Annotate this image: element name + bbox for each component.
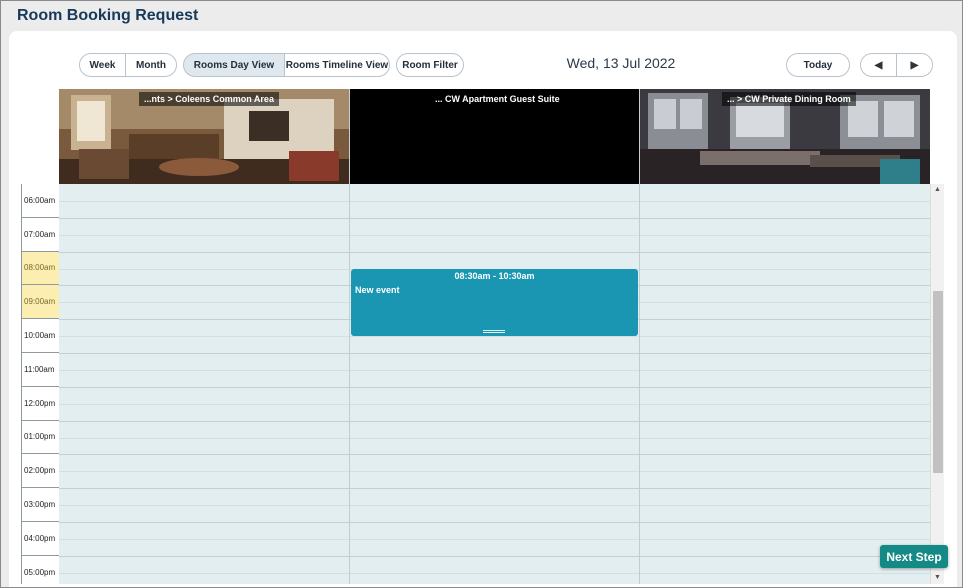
hour-line [59, 420, 930, 422]
next-step-button[interactable]: Next Step [880, 545, 948, 568]
time-slot-label: 04:00pm [21, 521, 59, 556]
hour-line [59, 454, 930, 456]
previous-day-button[interactable]: ◀ [860, 53, 897, 77]
hour-line [59, 488, 930, 490]
hour-line [59, 353, 930, 354]
time-slot-label: 02:00pm [21, 454, 59, 489]
event-resize-handle[interactable] [483, 330, 505, 333]
room-filter-button[interactable]: Room Filter [396, 53, 464, 77]
hour-line [59, 555, 930, 557]
calendar-event[interactable]: 08:30am - 10:30am New event [351, 269, 638, 336]
next-day-button[interactable]: ▶ [896, 53, 933, 77]
half-hour-line [59, 538, 930, 540]
week-view-button[interactable]: Week [79, 53, 126, 77]
event-time: 08:30am - 10:30am [454, 271, 535, 281]
hour-line [59, 217, 930, 219]
today-button[interactable]: Today [786, 53, 850, 77]
half-hour-line [59, 471, 930, 473]
page-title: Room Booking Request [17, 7, 199, 24]
room-header-dining-room[interactable]: ... > CW Private Dining Room [640, 89, 930, 184]
scroll-up-icon[interactable]: ▲ [931, 184, 944, 196]
time-slot-label: 03:00pm [21, 488, 59, 522]
time-slot-label: 01:00pm [21, 420, 59, 455]
scrollbar-thumb[interactable] [933, 291, 943, 473]
room-label: ... CW Apartment Guest Suite [435, 94, 560, 104]
current-date: Wed, 13 Jul 2022 [566, 55, 676, 71]
scroll-down-icon[interactable]: ▼ [931, 572, 944, 584]
time-slot-label: 05:00pm [21, 555, 59, 584]
time-slot-label: 10:00am [21, 319, 59, 353]
scrollbar[interactable]: ▲ ▼ [930, 184, 944, 584]
hour-line [59, 386, 930, 388]
chevron-right-icon: ▶ [910, 59, 919, 71]
day-grid[interactable]: 08:30am - 10:30am New event [59, 184, 930, 584]
app-window: Room Booking Request Week Month Rooms Da… [0, 0, 963, 588]
room-label: ... > CW Private Dining Room [722, 92, 856, 106]
half-hour-line [59, 369, 930, 371]
half-hour-line [59, 200, 930, 202]
time-slot-label: 06:00am [21, 184, 59, 218]
half-hour-line [59, 403, 930, 405]
time-slot-label: 07:00am [21, 217, 59, 252]
time-slot-label: 12:00pm [21, 386, 59, 421]
column-divider [639, 184, 640, 584]
room-label: ...nts > Coleens Common Area [139, 92, 279, 106]
hour-line [59, 251, 930, 253]
room-header-common-area[interactable]: ...nts > Coleens Common Area [59, 89, 350, 184]
time-slot-label: 08:00am [21, 251, 59, 286]
half-hour-line [59, 505, 930, 507]
event-title: New event [355, 285, 400, 295]
rooms-day-view-button[interactable]: Rooms Day View [183, 53, 285, 77]
half-hour-line [59, 234, 930, 236]
time-column: 06:00am 07:00am 08:00am 09:00am 10:00am … [21, 184, 59, 584]
chevron-left-icon: ◀ [874, 59, 883, 71]
half-hour-line [59, 336, 930, 338]
column-divider [349, 184, 350, 584]
time-slot-label: 11:00am [21, 352, 59, 387]
hour-line [59, 522, 930, 523]
rooms-timeline-view-button[interactable]: Rooms Timeline View [284, 53, 390, 77]
month-view-button[interactable]: Month [125, 53, 177, 77]
time-slot-label: 09:00am [21, 285, 59, 320]
half-hour-line [59, 572, 930, 574]
half-hour-line [59, 437, 930, 439]
room-header-guest-suite[interactable]: ... CW Apartment Guest Suite [350, 89, 640, 184]
header-corner [21, 89, 59, 184]
